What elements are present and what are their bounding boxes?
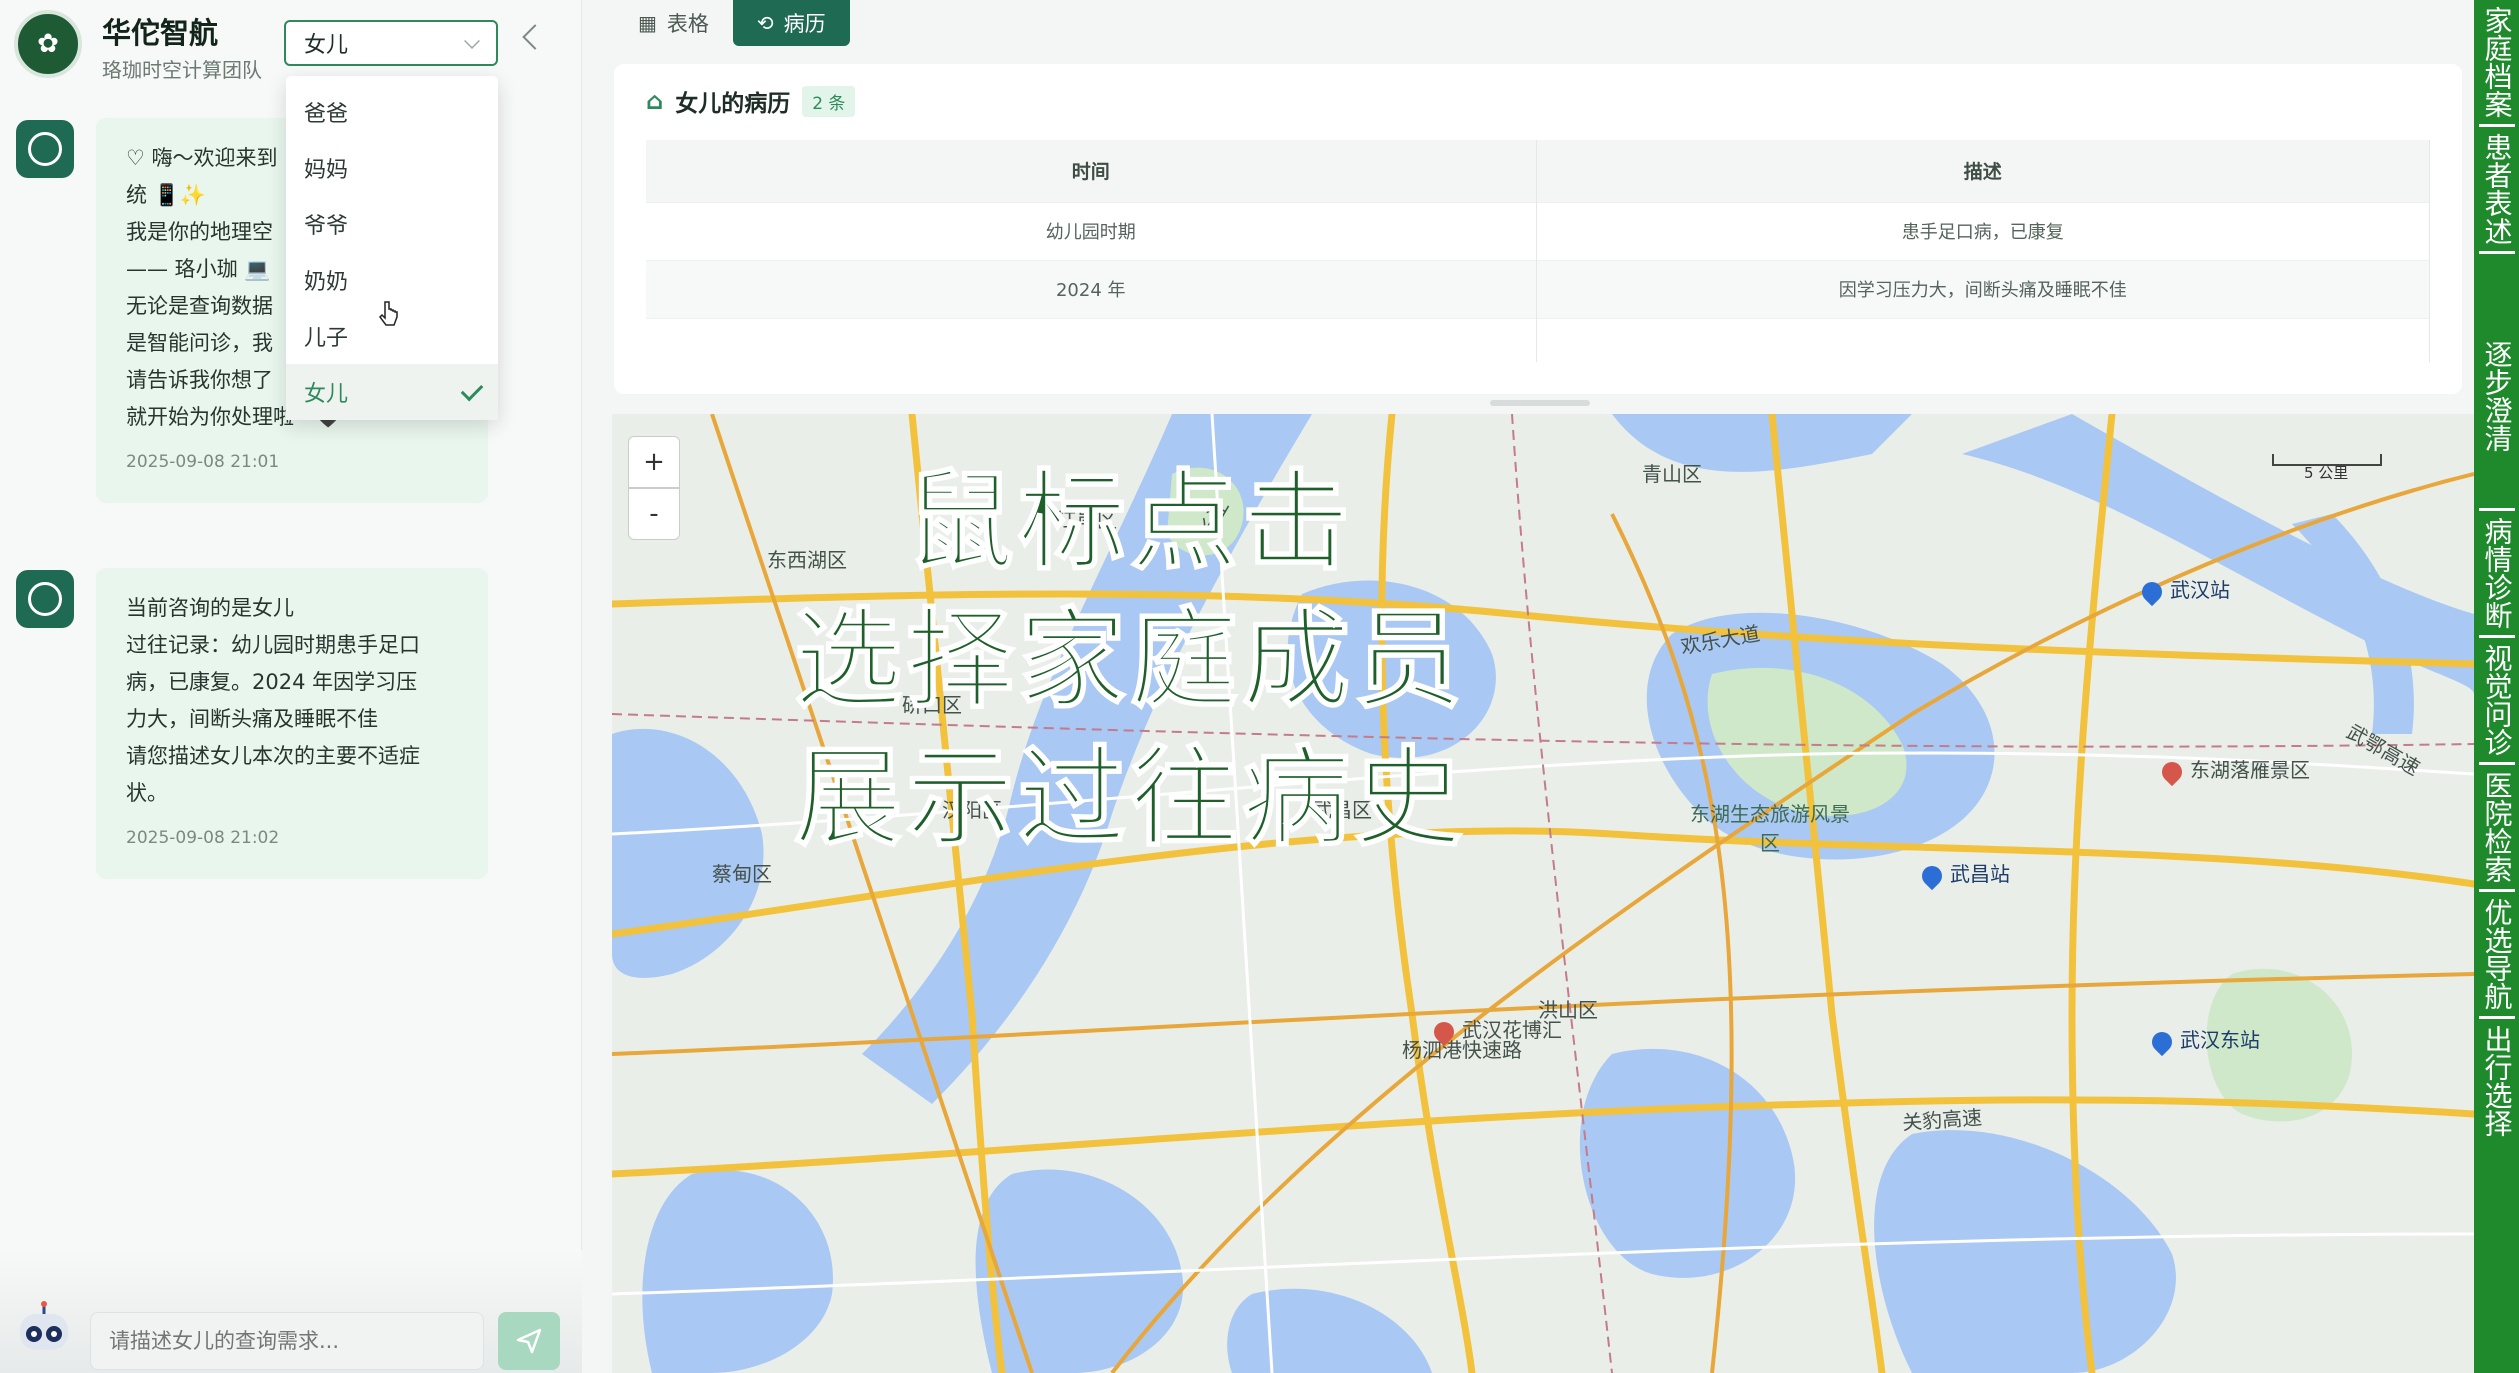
member-select-value: 女儿: [304, 33, 349, 58]
member-option-grandpa[interactable]: 爷爷: [286, 196, 498, 252]
robot-icon: [20, 1301, 68, 1350]
tab-label: 表格: [666, 12, 709, 36]
map-poi-wuchang-station[interactable]: 武昌站: [1917, 858, 2010, 890]
map-label-guanbao: 关豹高速: [1901, 1105, 1983, 1135]
zoom-out-button[interactable]: -: [628, 488, 680, 540]
member-dropdown: 爸爸 妈妈 爷爷 奶奶 儿子 女儿: [286, 76, 498, 420]
message-text: 当前咨询的是女儿 过往记录：幼儿园时期患手足口 病，已康复。2024 年因学习压…: [126, 596, 420, 805]
poi-label: 武汉东站: [2180, 1028, 2260, 1052]
poi-pin-icon: [2157, 757, 2187, 786]
overlay-line: 鼠标点击: [905, 459, 1354, 586]
cell-description: 因学习压力大，间断头痛及睡眠不佳: [1536, 259, 2430, 318]
member-option-mom[interactable]: 妈妈: [286, 140, 498, 196]
message-time: 2025-09-08 21:01: [126, 452, 280, 472]
query-input[interactable]: [90, 1312, 484, 1370]
history-icon: ⟲: [756, 11, 774, 35]
map-label-donghu: 东湖生态旅游风景区: [1690, 802, 1850, 855]
panel-resize-handle[interactable]: [1490, 400, 1590, 406]
view-tabs: ▦ 表格 ⟲ 病历: [614, 0, 850, 46]
chevron-down-icon: [464, 33, 480, 49]
table-row: 2024 年 因学习压力大，间断头痛及睡眠不佳: [646, 259, 2430, 318]
poi-pin-icon: [1429, 1017, 1459, 1046]
mouse-cursor-icon: [379, 301, 398, 326]
map-view[interactable]: 青山区 东西湖区 江岸区 硚口区 汉阳区 武昌区 蔡甸区 洪山区 东湖生态旅游风…: [612, 414, 2474, 1373]
table-header-row: 时间 描述: [646, 140, 2430, 202]
chat-message: 当前咨询的是女儿 过往记录：幼儿园时期患手足口 病，已康复。2024 年因学习压…: [96, 568, 488, 879]
member-option-label: 妈妈: [304, 158, 349, 183]
poi-label: 武汉花博汇: [1462, 1018, 1562, 1042]
aperture-icon: [28, 132, 62, 166]
nav-navigation[interactable]: 优选导航: [2478, 892, 2515, 1019]
station-pin-icon: [2137, 577, 2167, 606]
home-icon: ⌂: [646, 87, 664, 115]
zoom-in-button[interactable]: +: [628, 436, 680, 488]
cell-description: 患手足口病，已康复: [1536, 201, 2430, 260]
member-option-dad[interactable]: 爸爸: [286, 84, 498, 140]
column-header-time: 时间: [646, 140, 1537, 202]
table-icon: ▦: [638, 11, 657, 35]
member-select[interactable]: 女儿: [284, 20, 498, 66]
nav-clarify[interactable]: 逐步澄清: [2479, 334, 2515, 458]
member-option-label: 爸爸: [304, 102, 349, 127]
nav-travel[interactable]: 出行选择: [2479, 1019, 2515, 1143]
aperture-icon: [28, 582, 62, 616]
map-poi-luoyan[interactable]: 东湖落雁景区: [2157, 754, 2310, 786]
member-option-label: 儿子: [304, 326, 349, 351]
nav-patient-statement[interactable]: 患者表述: [2478, 127, 2515, 254]
map-label-qingshan: 青山区: [1642, 462, 1702, 486]
cell-time: 幼儿园时期: [646, 201, 1537, 260]
brand-logo: ✿: [14, 10, 82, 78]
overlay-line: 选择家庭成员: [793, 597, 1466, 724]
column-header-description: 描述: [1536, 140, 2430, 202]
tab-history[interactable]: ⟲ 病历: [732, 0, 850, 46]
table-row-empty: [646, 317, 2430, 362]
tab-label: 病历: [783, 12, 826, 36]
nav-hospital-search[interactable]: 医院检索: [2478, 765, 2515, 892]
record-table: 时间 描述 幼儿园时期 患手足口病，已康复 2024 年 因学习压力大，间断头痛…: [646, 140, 2430, 362]
member-option-daughter[interactable]: 女儿: [286, 364, 498, 420]
check-icon: [460, 378, 484, 402]
nav-family-records[interactable]: 家庭档案: [2478, 0, 2515, 127]
map-poi-flower-expo[interactable]: 武汉花博汇: [1429, 1014, 1562, 1046]
poi-label: 武汉站: [2170, 578, 2230, 602]
station-pin-icon: [2147, 1027, 2177, 1056]
medical-record-card: ⌂ 女儿的病历 2 条 时间 描述 幼儿园时期 患手足口病，已康复 2024 年…: [614, 64, 2462, 394]
send-button[interactable]: [498, 1312, 560, 1370]
table-row: 幼儿园时期 患手足口病，已康复: [646, 201, 2430, 260]
member-option-label: 女儿: [304, 382, 349, 407]
member-option-label: 奶奶: [304, 270, 349, 295]
right-step-nav: 家庭档案 患者表述 逐步澄清 病情诊断 视觉问诊 医院检索 优选导航 出行选择: [2474, 0, 2519, 1373]
map-poi-wuhan-east[interactable]: 武汉东站: [2147, 1024, 2260, 1056]
brand-title: 华佗智航: [102, 16, 219, 50]
assistant-avatar: [16, 120, 74, 178]
nav-visual-consult[interactable]: 视觉问诊: [2478, 638, 2515, 765]
brand-subtitle: 珞珈时空计算团队: [102, 58, 262, 82]
record-header: ⌂ 女儿的病历 2 条: [646, 84, 856, 118]
collapse-sidebar-icon[interactable]: [522, 24, 548, 50]
tab-table[interactable]: ▦ 表格: [614, 0, 733, 46]
map-poi-wuhan-station[interactable]: 武汉站: [2137, 574, 2230, 606]
message-time: 2025-09-08 21:02: [126, 828, 280, 848]
overlay-line: 展示过往病史: [793, 735, 1466, 862]
nav-diagnosis[interactable]: 病情诊断: [2478, 508, 2515, 638]
station-pin-icon: [1917, 861, 1947, 890]
annotation-overlay: 鼠标点击 选择家庭成员 展示过往病史: [760, 454, 1500, 868]
poi-label: 武昌站: [1950, 862, 2010, 886]
record-title: 女儿的病历: [675, 91, 791, 117]
member-option-label: 爷爷: [304, 214, 349, 239]
poi-label: 东湖落雁景区: [2190, 758, 2310, 782]
chat-sidebar: ✿ 华佗智航 珞珈时空计算团队 女儿 爸爸 妈妈 爷爷 奶奶 儿子 女儿 ♡ 嗨…: [0, 0, 582, 1373]
record-count-badge: 2 条: [802, 85, 856, 117]
map-scale-label: 5 公里: [2304, 464, 2349, 482]
assistant-avatar: [16, 570, 74, 628]
cell-time: 2024 年: [646, 259, 1537, 318]
send-icon: [516, 1328, 542, 1354]
